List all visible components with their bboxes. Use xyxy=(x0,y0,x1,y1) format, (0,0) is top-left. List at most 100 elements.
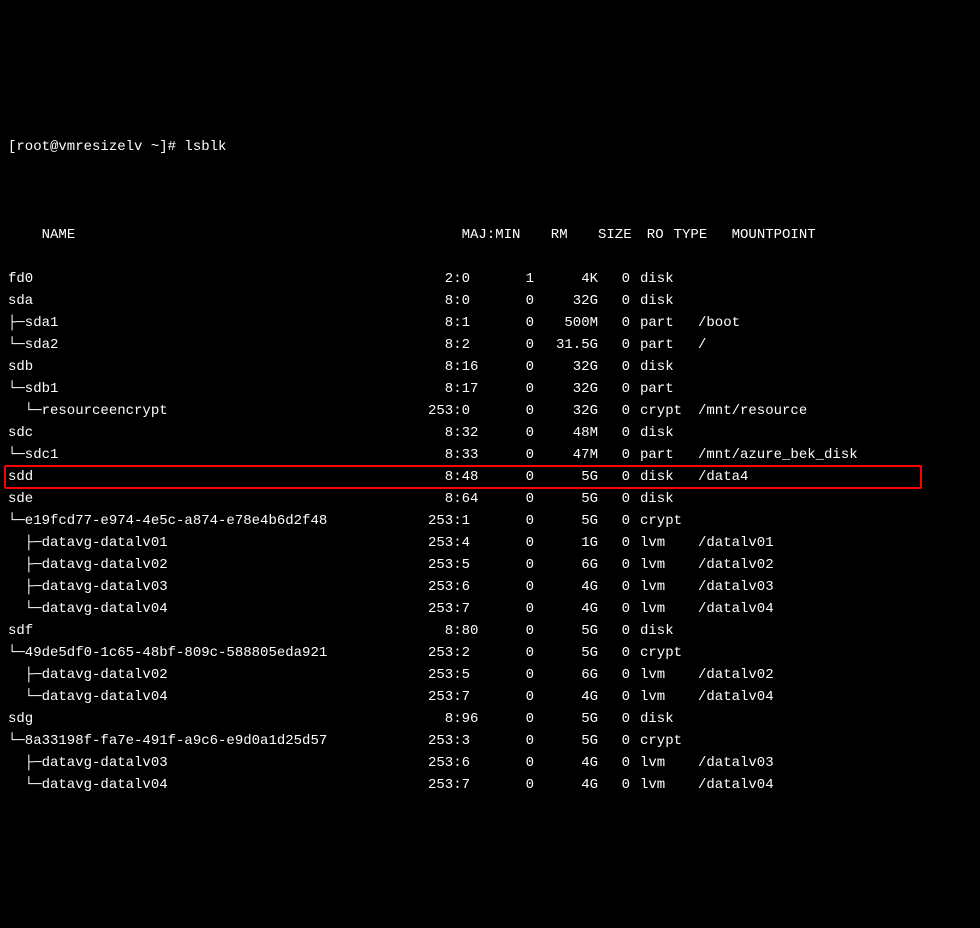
cell-spacer xyxy=(630,312,640,334)
table-row: sdc 8:32048M0 disk xyxy=(8,422,972,444)
cell-name: └─datavg-datalv04 xyxy=(8,598,428,620)
cell-name: ├─datavg-datalv03 xyxy=(8,576,428,598)
cell-ro: 0 xyxy=(598,356,630,378)
cell-type: disk xyxy=(640,708,698,730)
cell-type: disk xyxy=(640,356,698,378)
cell-size: 4G xyxy=(534,686,598,708)
cell-ro: 0 xyxy=(598,576,630,598)
cell-ro: 0 xyxy=(598,532,630,554)
cell-rm: 0 xyxy=(500,488,534,510)
cell-spacer xyxy=(630,466,640,488)
cell-majmin: 253:7 xyxy=(428,774,500,796)
cell-spacer xyxy=(630,444,640,466)
table-row: sde 8:6405G0 disk xyxy=(8,488,972,510)
col-mountpoint: MOUNTPOINT xyxy=(732,224,816,246)
cell-size: 5G xyxy=(534,730,598,752)
cell-mountpoint: /datalv04 xyxy=(698,686,774,708)
cell-majmin: 253:0 xyxy=(428,400,500,422)
cell-size: 32G xyxy=(534,378,598,400)
cell-size: 31.5G xyxy=(534,334,598,356)
cell-ro: 0 xyxy=(598,708,630,730)
table-row: sdg 8:9605G0 disk xyxy=(8,708,972,730)
cell-rm: 0 xyxy=(500,422,534,444)
cell-name: sdc xyxy=(8,422,428,444)
cell-ro: 0 xyxy=(598,554,630,576)
cell-type: disk xyxy=(640,488,698,510)
cell-rm: 0 xyxy=(500,620,534,642)
cell-spacer xyxy=(630,642,640,664)
cell-spacer xyxy=(630,268,640,290)
cell-spacer xyxy=(630,752,640,774)
cell-mountpoint: /datalv04 xyxy=(698,774,774,796)
cell-ro: 0 xyxy=(598,642,630,664)
table-row: ├─datavg-datalv02253:506G0 lvm/datalv02 xyxy=(8,554,972,576)
col-spacer xyxy=(664,224,674,246)
table-row: sdb 8:16032G0 disk xyxy=(8,356,972,378)
cell-spacer xyxy=(630,664,640,686)
cell-majmin: 253:5 xyxy=(428,664,500,686)
cell-name: ├─sda1 xyxy=(8,312,428,334)
cell-name: └─sdc1 xyxy=(8,444,428,466)
cell-ro: 0 xyxy=(598,598,630,620)
cell-mountpoint: /data4 xyxy=(698,466,748,488)
cell-majmin: 253:7 xyxy=(428,686,500,708)
table-row: sdf 8:8005G0 disk xyxy=(8,620,972,642)
cell-majmin: 253:6 xyxy=(428,576,500,598)
cell-rm: 0 xyxy=(500,664,534,686)
cell-spacer xyxy=(630,400,640,422)
cell-type: crypt xyxy=(640,730,698,752)
cell-majmin: 8:1 xyxy=(428,312,500,334)
cell-size: 4K xyxy=(534,268,598,290)
cell-type: part xyxy=(640,334,698,356)
cell-type: part xyxy=(640,312,698,334)
cell-majmin: 8:33 xyxy=(428,444,500,466)
cell-spacer xyxy=(630,488,640,510)
cell-mountpoint: /boot xyxy=(698,312,740,334)
cell-name: ├─datavg-datalv02 xyxy=(8,554,428,576)
cell-spacer xyxy=(630,620,640,642)
cell-majmin: 8:48 xyxy=(428,466,500,488)
cell-mountpoint: /mnt/resource xyxy=(698,400,807,422)
cell-type: lvm xyxy=(640,686,698,708)
cell-size: 32G xyxy=(534,356,598,378)
cell-type: disk xyxy=(640,290,698,312)
table-row: └─8a33198f-fa7e-491f-a9c6-e9d0a1d25d5725… xyxy=(8,730,972,752)
cell-type: part xyxy=(640,444,698,466)
cell-type: crypt xyxy=(640,642,698,664)
cell-size: 5G xyxy=(534,488,598,510)
cell-majmin: 8:17 xyxy=(428,378,500,400)
cell-size: 4G xyxy=(534,752,598,774)
cell-majmin: 8:96 xyxy=(428,708,500,730)
cell-name: sdd xyxy=(8,466,428,488)
cell-majmin: 253:4 xyxy=(428,532,500,554)
cell-size: 4G xyxy=(534,774,598,796)
cell-ro: 0 xyxy=(598,488,630,510)
cell-type: lvm xyxy=(640,598,698,620)
cell-rm: 0 xyxy=(500,752,534,774)
cell-ro: 0 xyxy=(598,422,630,444)
col-ro: RO xyxy=(632,224,664,246)
cell-mountpoint: /datalv03 xyxy=(698,576,774,598)
cell-ro: 0 xyxy=(598,290,630,312)
cell-rm: 0 xyxy=(500,378,534,400)
cell-rm: 0 xyxy=(500,466,534,488)
cell-size: 5G xyxy=(534,642,598,664)
cell-size: 32G xyxy=(534,400,598,422)
cell-majmin: 253:2 xyxy=(428,642,500,664)
table-row: └─datavg-datalv04253:704G0 lvm/datalv04 xyxy=(8,686,972,708)
cell-spacer xyxy=(630,576,640,598)
cell-size: 5G xyxy=(534,708,598,730)
table-row: └─sdc1 8:33047M0 part/mnt/azure_bek_disk xyxy=(8,444,972,466)
cell-spacer xyxy=(630,532,640,554)
cell-rm: 0 xyxy=(500,554,534,576)
shell-prompt: [root@vmresizelv ~]# lsblk xyxy=(8,136,972,158)
cell-majmin: 253:5 xyxy=(428,554,500,576)
table-row: └─49de5df0-1c65-48bf-809c-588805eda92125… xyxy=(8,642,972,664)
cell-mountpoint: /datalv02 xyxy=(698,554,774,576)
cell-majmin: 8:80 xyxy=(428,620,500,642)
cell-ro: 0 xyxy=(598,466,630,488)
cell-spacer xyxy=(630,356,640,378)
cell-type: lvm xyxy=(640,554,698,576)
cell-spacer xyxy=(630,378,640,400)
cell-name: └─datavg-datalv04 xyxy=(8,774,428,796)
